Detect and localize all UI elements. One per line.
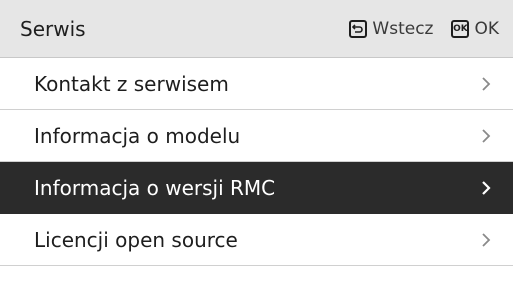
ok-label: OK	[474, 18, 499, 39]
menu-item-rmc-version-info[interactable]: Informacja o wersji RMC	[0, 162, 513, 214]
chevron-right-icon	[481, 76, 491, 92]
menu-item-contact-service[interactable]: Kontakt z serwisem	[0, 58, 513, 110]
menu-item-open-source-licenses[interactable]: Licencji open source	[0, 214, 513, 266]
menu-item-label: Informacja o modelu	[34, 124, 241, 148]
header-bar: Serwis Wstecz OK OK	[0, 0, 513, 58]
back-arrow-icon	[349, 20, 368, 38]
page-title: Serwis	[20, 17, 86, 41]
menu-item-label: Kontakt z serwisem	[34, 72, 229, 96]
back-label: Wstecz	[372, 18, 434, 39]
chevron-right-icon	[481, 180, 491, 196]
ok-key-icon: OK	[451, 20, 470, 38]
back-button[interactable]: Wstecz	[349, 20, 433, 38]
chevron-right-icon	[481, 128, 491, 144]
ok-button[interactable]: OK OK	[451, 20, 499, 38]
service-screen: Serwis Wstecz OK OK Kontakt z serwisem I…	[0, 0, 513, 296]
service-menu: Kontakt z serwisem Informacja o modelu I…	[0, 58, 513, 266]
menu-item-label: Informacja o wersji RMC	[34, 176, 276, 200]
chevron-right-icon	[481, 232, 491, 248]
menu-item-label: Licencji open source	[34, 228, 238, 252]
menu-item-model-info[interactable]: Informacja o modelu	[0, 110, 513, 162]
header-actions: Wstecz OK OK	[349, 0, 499, 58]
